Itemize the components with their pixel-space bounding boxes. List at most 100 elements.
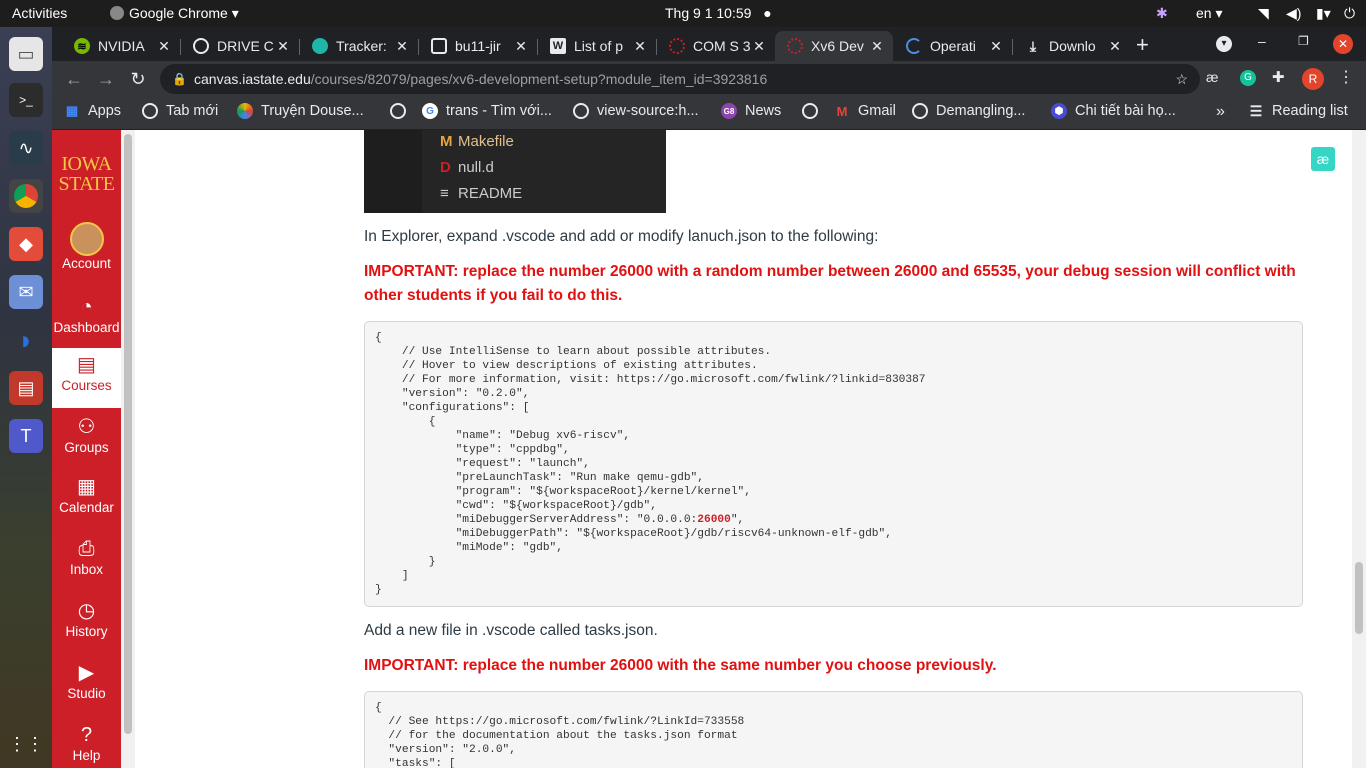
bookmark-news[interactable]: G8 News xyxy=(721,103,781,119)
explorer-gutter xyxy=(364,130,422,213)
tab-downloads[interactable]: ⤓ Downlo ✕ xyxy=(1013,31,1131,61)
nav-calendar[interactable]: ▦ Calendar xyxy=(52,470,121,528)
wikipedia-icon: W xyxy=(550,38,566,54)
presentation-icon[interactable]: ▤ xyxy=(9,371,43,405)
bookmark-unnamed-2[interactable] xyxy=(802,103,826,119)
nav-groups[interactable]: ⚇ Groups xyxy=(52,410,121,468)
calendar-icon: ▦ xyxy=(77,476,96,498)
inbox-icon: ⎙ xyxy=(78,538,95,560)
close-icon[interactable]: ✕ xyxy=(751,38,767,55)
language-selector[interactable]: en ▾ xyxy=(1196,5,1223,22)
chrome-icon[interactable] xyxy=(9,179,43,213)
tab-label: List of p xyxy=(574,38,624,54)
new-tab-button[interactable]: + xyxy=(1136,32,1149,58)
nav-account[interactable]: Account xyxy=(52,218,121,276)
app-menu[interactable]: Google Chrome ▾ xyxy=(110,5,239,22)
address-bar[interactable]: 🔒 canvas.iastate.edu/courses/82079/pages… xyxy=(160,64,1200,94)
show-apps-icon[interactable]: ⋮⋮ xyxy=(8,727,44,761)
close-window-button[interactable]: ✕ xyxy=(1333,34,1353,54)
teams-icon[interactable]: T xyxy=(9,419,43,453)
extension-ae-icon[interactable]: æ xyxy=(1206,69,1218,85)
important-warning: IMPORTANT: replace the number 26000 with… xyxy=(364,263,1296,304)
nav-help[interactable]: ? Help xyxy=(52,718,121,776)
tab-tracker[interactable]: Tracker: ✕ xyxy=(300,31,418,61)
tab-label: Operati xyxy=(930,38,976,54)
activities-button[interactable]: Activities xyxy=(12,5,67,21)
wifi-icon[interactable]: ◥ xyxy=(1258,5,1269,22)
bookmark-trans[interactable]: Gtrans - Tìm với... xyxy=(422,103,552,119)
bookmark-apps[interactable]: ▦ Apps xyxy=(64,103,121,119)
tab-wikipedia[interactable]: W List of p ✕ xyxy=(538,31,656,61)
minimize-button[interactable]: – xyxy=(1258,33,1266,49)
nav-inbox[interactable]: ⎙ Inbox xyxy=(52,532,121,590)
bookmark-truyen[interactable]: Truyện Douse... xyxy=(237,103,364,119)
nav-label: History xyxy=(65,624,108,639)
nav-history[interactable]: ◷ History xyxy=(52,594,121,652)
nav-scrollbar[interactable] xyxy=(121,130,135,768)
tab-bu11[interactable]: bu11-jir ✕ xyxy=(419,31,537,61)
close-icon[interactable]: ✕ xyxy=(1107,38,1123,55)
extensions-puzzle-icon[interactable]: ✚ xyxy=(1272,68,1285,86)
bookmark-star-icon[interactable]: ☆ xyxy=(1175,64,1188,94)
chrome-app-icon xyxy=(110,6,124,20)
close-icon[interactable]: ✕ xyxy=(513,38,529,55)
vscode-icon[interactable]: ◗ xyxy=(9,323,43,357)
nav-label: Help xyxy=(72,748,101,763)
page-scrollbar[interactable] xyxy=(1352,130,1366,768)
close-icon[interactable]: ✕ xyxy=(275,38,291,55)
forward-arrow-icon[interactable]: → xyxy=(94,67,118,91)
tab-operating[interactable]: Operati ✕ xyxy=(894,31,1012,61)
close-icon[interactable]: ✕ xyxy=(988,38,1004,55)
tab-strip: ≋ NVIDIA ✕ DRIVE C ✕ Tracker: ✕ bu11-jir… xyxy=(52,27,1366,61)
back-arrow-icon[interactable]: ← xyxy=(62,67,86,91)
status-indicator-icon[interactable]: ✱ xyxy=(1156,5,1168,22)
dep-file-icon: D xyxy=(440,159,451,176)
hexagon-favicon-icon: ⬢ xyxy=(1051,103,1067,119)
menu-kebab-icon[interactable]: ⋮ xyxy=(1338,67,1354,87)
system-monitor-icon[interactable]: ∿ xyxy=(9,131,43,165)
clock[interactable]: Thg 9 1 10:59 ● xyxy=(665,5,772,21)
battery-icon[interactable]: ▮▾ xyxy=(1316,5,1331,22)
nav-studio[interactable]: ▶ Studio xyxy=(52,656,121,714)
reading-list-button[interactable]: ☰ Reading list xyxy=(1248,103,1348,120)
extension-ae-icon[interactable]: æ xyxy=(1311,147,1335,171)
maximize-button[interactable]: ❐ xyxy=(1298,34,1309,48)
lock-icon: 🔒 xyxy=(172,72,187,86)
close-icon[interactable]: ✕ xyxy=(869,38,885,55)
close-icon[interactable]: ✕ xyxy=(156,38,172,55)
power-icon[interactable]: ⏻ xyxy=(1344,5,1355,22)
canvas-global-nav: IOWA STATE Account ◔ Dashboard ▤ Courses … xyxy=(52,130,121,768)
volume-icon[interactable]: ◀) xyxy=(1286,5,1301,22)
tab-search-icon[interactable]: ▾ xyxy=(1216,36,1232,52)
tab-coms[interactable]: COM S 3 ✕ xyxy=(657,31,775,61)
tab-label: bu11-jir xyxy=(455,38,501,54)
globe-icon xyxy=(573,103,589,119)
scrollbar-thumb[interactable] xyxy=(1355,562,1363,634)
more-bookmarks-chevron-icon[interactable]: » xyxy=(1216,103,1225,121)
nav-dashboard[interactable]: ◔ Dashboard xyxy=(52,290,121,348)
mail-icon[interactable]: ✉ xyxy=(9,275,43,309)
explorer-file: ≡ README xyxy=(440,185,522,202)
tab-nvidia[interactable]: ≋ NVIDIA ✕ xyxy=(62,31,180,61)
iowa-state-logo[interactable]: IOWA STATE xyxy=(52,154,121,194)
code-text: { // See https://go.microsoft.com/fwlink… xyxy=(375,702,745,768)
reload-icon[interactable]: ↻ xyxy=(126,67,150,91)
profile-avatar[interactable]: R xyxy=(1302,68,1324,90)
scrollbar-thumb[interactable] xyxy=(124,134,132,734)
bookmark-gmail[interactable]: M Gmail xyxy=(834,103,896,119)
tab-drive[interactable]: DRIVE C ✕ xyxy=(181,31,299,61)
bookmark-view-source[interactable]: view-source:h... xyxy=(573,103,699,119)
close-icon[interactable]: ✕ xyxy=(394,38,410,55)
bookmark-tab-moi[interactable]: Tab mới xyxy=(142,103,218,119)
tab-xv6-active[interactable]: Xv6 Dev ✕ xyxy=(775,31,893,61)
grammarly-icon[interactable]: G xyxy=(1240,70,1256,86)
bookmark-unnamed[interactable] xyxy=(390,103,414,119)
bookmark-label: Gmail xyxy=(858,103,896,119)
bookmark-demangling[interactable]: Demangling... xyxy=(912,103,1025,119)
anydesk-icon[interactable]: ◆ xyxy=(9,227,43,261)
files-icon[interactable]: ▭ xyxy=(9,37,43,71)
nav-courses[interactable]: ▤ Courses xyxy=(52,348,121,408)
bookmark-chi-tiet[interactable]: ⬢ Chi tiết bài họ... xyxy=(1051,103,1176,119)
close-icon[interactable]: ✕ xyxy=(632,38,648,55)
terminal-icon[interactable]: >_ xyxy=(9,83,43,117)
